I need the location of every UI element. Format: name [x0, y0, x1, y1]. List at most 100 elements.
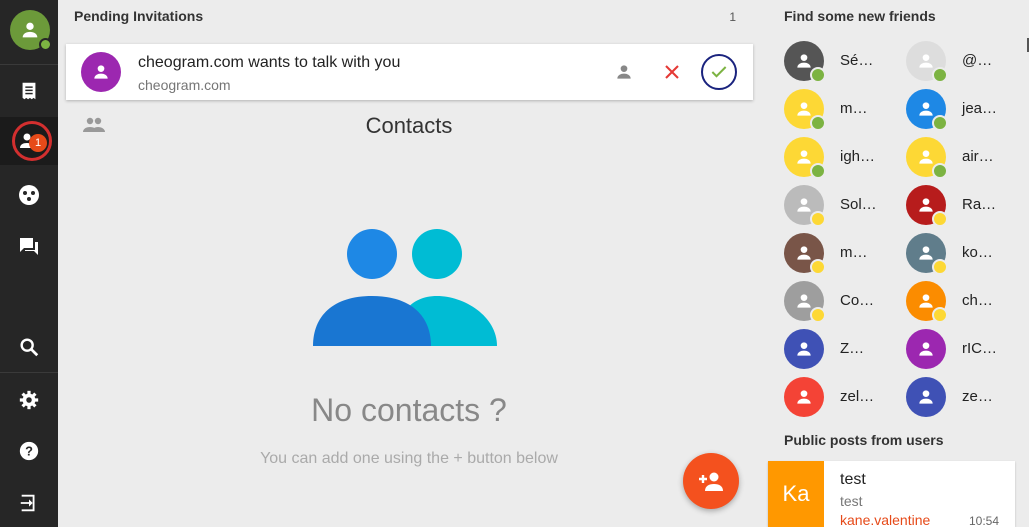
friend-avatar [784, 377, 824, 417]
friend-name: zel… [840, 388, 875, 405]
friend-suggestion[interactable]: Ra… [890, 183, 1008, 227]
friend-avatar [784, 329, 824, 369]
friend-suggestion[interactable]: @… [890, 39, 1008, 83]
friend-suggestion[interactable]: zel… [768, 375, 886, 419]
friend-suggestion[interactable]: ko… [890, 231, 1008, 275]
reject-button[interactable] [654, 54, 690, 90]
presence-status [932, 259, 948, 275]
logout-icon [20, 494, 35, 512]
presence-status [810, 67, 826, 83]
friend-suggestion[interactable]: Sé… [768, 39, 886, 83]
empty-state-subtitle: You can add one using the + button below [260, 450, 558, 467]
nav-search[interactable] [0, 323, 58, 371]
main-panel: Pending Invitations 1 cheogram.com wants… [58, 0, 760, 527]
friend-name: igh… [840, 148, 876, 165]
nav-roster[interactable] [0, 67, 58, 115]
friend-name: Sé… [840, 52, 874, 69]
public-post[interactable]: Ka test test kane.valentine 10:54 [768, 461, 1015, 527]
friend-suggestion[interactable]: Co… [768, 279, 886, 323]
svg-text:?: ? [25, 444, 33, 459]
friend-suggestion[interactable]: ch… [890, 279, 1008, 323]
presence-status [932, 67, 948, 83]
friend-suggestion[interactable]: Sol… [768, 183, 886, 227]
person-icon [94, 65, 108, 79]
presence-status [810, 211, 826, 227]
friend-suggestion[interactable]: m… [768, 87, 886, 131]
person-icon [919, 390, 933, 404]
person-icon [22, 22, 38, 38]
person-icon [919, 198, 933, 212]
friend-suggestion[interactable]: igh… [768, 135, 886, 179]
post-time: 10:54 [968, 514, 999, 527]
invite-subtitle: cheogram.com [138, 77, 231, 93]
friend-avatar [906, 329, 946, 369]
post-author[interactable]: kane.valentine [840, 512, 930, 527]
friend-name: ko… [962, 244, 993, 261]
check-icon [711, 66, 727, 78]
person-icon [919, 246, 933, 260]
friend-name: m… [840, 100, 868, 117]
rail-divider [0, 64, 58, 65]
friend-name: Co… [840, 292, 875, 309]
add-contact-button[interactable] [683, 453, 739, 509]
friend-name: Ra… [962, 196, 997, 213]
help-icon: ? [19, 441, 39, 461]
settings-icon [19, 390, 39, 410]
close-icon [665, 65, 679, 79]
add-person-icon [699, 472, 723, 491]
chats-icon [20, 238, 38, 255]
friend-suggestion[interactable]: rIC… [890, 327, 1008, 371]
pending-invitations-heading: Pending Invitations [74, 8, 204, 24]
person-icon [797, 246, 811, 260]
friend-name: ch… [962, 292, 993, 309]
person-icon [617, 65, 631, 79]
friend-suggestion[interactable]: Z… [768, 327, 886, 371]
person-icon [919, 102, 933, 116]
post-author-avatar: Ka [768, 461, 824, 527]
discovery-panel: Find some new friends Sé… @… m… jea… igh… air… [768, 0, 1029, 527]
person-icon [797, 102, 811, 116]
friend-name: ze… [962, 388, 993, 405]
invitation-card[interactable]: cheogram.com wants to talk with you cheo… [66, 44, 753, 100]
presence-status [932, 163, 948, 179]
friend-suggestion[interactable]: jea… [890, 87, 1008, 131]
accept-button[interactable] [701, 54, 737, 90]
navigation-rail: 1 ? [0, 0, 58, 527]
person-icon [919, 150, 933, 164]
search-icon [20, 338, 39, 357]
friend-suggestion[interactable]: ze… [890, 375, 1008, 419]
nav-help[interactable]: ? [0, 427, 58, 475]
friend-name: Sol… [840, 196, 877, 213]
person-icon [797, 198, 811, 212]
nav-settings[interactable] [0, 376, 58, 424]
friend-name: m… [840, 244, 868, 261]
presence-status [39, 38, 52, 51]
friend-suggestion[interactable]: air… [890, 135, 1008, 179]
view-profile-button[interactable] [606, 54, 642, 90]
nav-chats[interactable] [0, 222, 58, 270]
rail-divider [0, 372, 58, 373]
find-friends-heading: Find some new friends [784, 8, 936, 24]
invite-title: cheogram.com wants to talk with you [138, 54, 401, 71]
person-icon [797, 150, 811, 164]
person-icon [919, 342, 933, 356]
post-body: test [840, 493, 863, 509]
friend-name: @… [962, 52, 993, 69]
person-icon [797, 54, 811, 68]
person-icon [919, 294, 933, 308]
nav-communities[interactable] [0, 171, 58, 219]
friend-suggestion[interactable]: m… [768, 231, 886, 275]
contacts-title: Contacts [365, 113, 453, 138]
post-title: test [840, 471, 866, 488]
invite-avatar [81, 52, 121, 92]
user-avatar[interactable] [10, 10, 52, 51]
friend-name: jea… [962, 100, 998, 117]
presence-status [810, 307, 826, 323]
friend-avatar [906, 377, 946, 417]
presence-status [932, 115, 948, 131]
friend-name: air… [962, 148, 994, 165]
nav-logout[interactable] [0, 479, 58, 527]
presence-status [810, 163, 826, 179]
person-icon [797, 342, 811, 356]
person-icon [797, 390, 811, 404]
